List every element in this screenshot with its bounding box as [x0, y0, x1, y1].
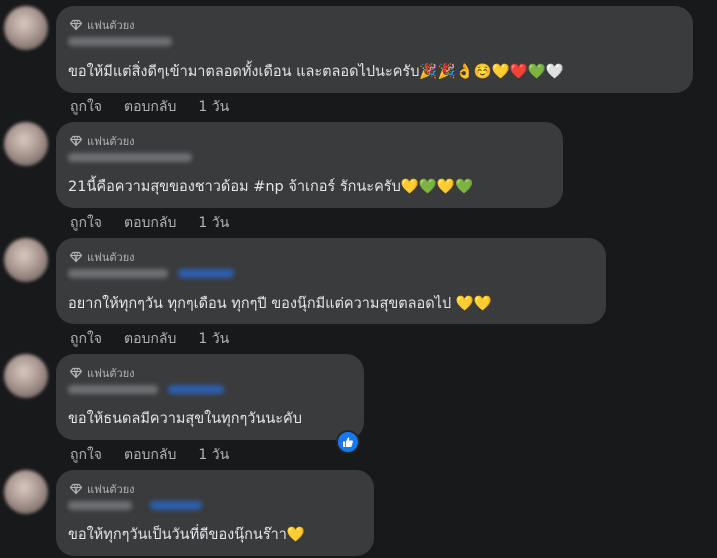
comment-actions: ถูกใจ ตอบกลับ 1 วัน [70, 444, 229, 466]
top-fan-badge: แฟนตัวยง [70, 248, 135, 266]
author-link[interactable] [150, 501, 202, 510]
comment-timestamp[interactable]: 1 วัน [198, 328, 229, 350]
diamond-icon [70, 367, 82, 379]
comment-bubble: แฟนตัวยง ขอให้ทุกๆวันเป็นวันที่ดีของนุ๊ก… [56, 470, 374, 556]
diamond-icon [70, 251, 82, 263]
badge-label: แฟนตัวยง [87, 251, 135, 264]
diamond-icon [70, 483, 82, 495]
like-link[interactable]: ถูกใจ [70, 212, 102, 234]
like-link[interactable]: ถูกใจ [70, 328, 102, 350]
badge-label: แฟนตัวยง [87, 367, 135, 380]
badge-label: แฟนตัวยง [87, 135, 135, 148]
author-name[interactable] [68, 37, 172, 46]
like-link[interactable]: ถูกใจ [70, 444, 102, 466]
avatar[interactable] [4, 354, 48, 398]
author-name[interactable] [68, 501, 132, 510]
comment-text: อยากให้ทุกๆวัน ทุกๆเดือน ทุกๆปี ของนุ๊กม… [68, 296, 492, 312]
top-fan-badge: แฟนตัวยง [70, 364, 135, 382]
author-link[interactable] [168, 385, 224, 394]
comment-bubble: แฟนตัวยง ขอให้มีแต่สิ่งดีๆเข้ามาตลอดทั้ง… [56, 6, 693, 93]
avatar[interactable] [4, 122, 48, 166]
comment-bubble: แฟนตัวยง ขอให้ธนดลมีความสุขในทุกๆวันนะคั… [56, 354, 364, 440]
like-link[interactable]: ถูกใจ [70, 96, 102, 118]
diamond-icon [70, 135, 82, 147]
avatar[interactable] [4, 238, 48, 282]
comment-actions: ถูกใจ ตอบกลับ 1 วัน [70, 328, 229, 350]
reply-link[interactable]: ตอบกลับ [124, 444, 176, 466]
comment-text: ขอให้มีแต่สิ่งดีๆเข้ามาตลอดทั้งเดือน และ… [68, 64, 564, 80]
author-name[interactable] [68, 153, 192, 162]
avatar[interactable] [4, 6, 48, 50]
reply-link[interactable]: ตอบกลับ [124, 212, 176, 234]
avatar[interactable] [4, 470, 48, 514]
comment-bubble: แฟนตัวยง 21นี้คือความสุขของชาวด้อม #np จ… [56, 122, 563, 208]
badge-label: แฟนตัวยง [87, 483, 135, 496]
comment-bubble: แฟนตัวยง อยากให้ทุกๆวัน ทุกๆเดือน ทุกๆปี… [56, 238, 606, 324]
comment-text: 21นี้คือความสุขของชาวด้อม #np จ้าเกอร์ ร… [68, 179, 474, 195]
top-fan-badge: แฟนตัวยง [70, 480, 135, 498]
comment-timestamp[interactable]: 1 วัน [198, 444, 229, 466]
comment-actions: ถูกใจ ตอบกลับ 1 วัน [70, 96, 229, 118]
comment-actions: ถูกใจ ตอบกลับ 1 วัน [70, 212, 229, 234]
author-name[interactable] [68, 385, 158, 394]
comment-timestamp[interactable]: 1 วัน [198, 212, 229, 234]
comment-text: ขอให้ทุกๆวันเป็นวันที่ดีของนุ๊กนร๊าา💛 [68, 527, 305, 543]
author-link[interactable] [178, 269, 234, 278]
top-fan-badge: แฟนตัวยง [70, 16, 135, 34]
top-fan-badge: แฟนตัวยง [70, 132, 135, 150]
diamond-icon [70, 19, 82, 31]
comment-timestamp[interactable]: 1 วัน [198, 96, 229, 118]
comment-text: ขอให้ธนดลมีความสุขในทุกๆวันนะคับ [68, 411, 302, 427]
badge-label: แฟนตัวยง [87, 19, 135, 32]
author-name[interactable] [68, 269, 168, 278]
reply-link[interactable]: ตอบกลับ [124, 328, 176, 350]
thumbs-up-icon [343, 437, 353, 447]
like-reaction-badge[interactable] [336, 430, 360, 454]
reply-link[interactable]: ตอบกลับ [124, 96, 176, 118]
